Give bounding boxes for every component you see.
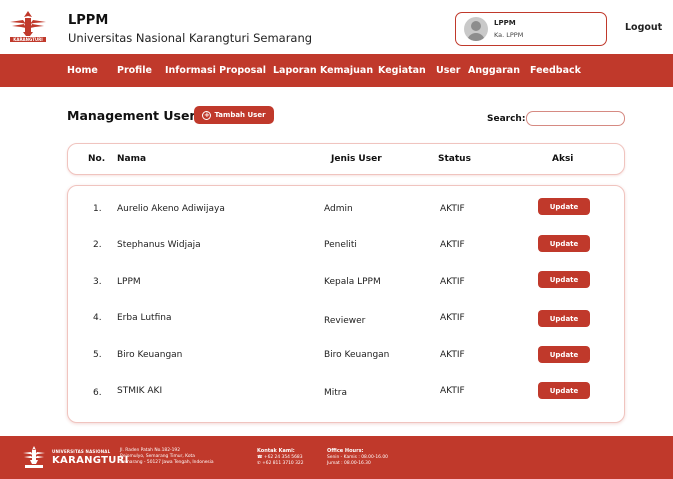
nav-kegiatan[interactable]: Kegiatan (378, 65, 426, 76)
row-6-update-button[interactable]: Update (538, 382, 590, 399)
row-3-nama: LPPM (117, 277, 141, 287)
row-6-status: AKTIF (440, 386, 465, 396)
plus-circle-icon: + (202, 110, 212, 120)
row-4-no: 4. (93, 313, 102, 323)
nav-laporan-kemajuan[interactable]: Laporan Kemajuan (273, 65, 373, 76)
footer-address: Jl. Raden Patah No.182-192 Rejomulyo, Se… (120, 448, 214, 466)
row-6-jenis: Mitra (324, 388, 348, 398)
add-user-button[interactable]: + Tambah User (194, 106, 274, 124)
row-4-update-button[interactable]: Update (538, 310, 590, 327)
row-2-jenis: Peneliti (324, 240, 357, 250)
row-4-jenis: Reviewer (324, 316, 366, 326)
row-3-update-button[interactable]: Update (538, 271, 590, 288)
nav-home[interactable]: Home (67, 65, 98, 76)
row-2-nama: Stephanus Widjaja (117, 240, 201, 250)
row-4-nama: Erba Lutfina (117, 313, 172, 323)
search-input[interactable] (526, 111, 625, 126)
contact-title: Kontak Kami: (257, 448, 295, 454)
row-4-status: AKTIF (440, 313, 465, 323)
row-6-nama: STMIK AKI (117, 386, 163, 396)
office-title: Office Hours: (327, 448, 364, 454)
row-5-update-button[interactable]: Update (538, 346, 590, 363)
footer-univ-small: UNIVERSITAS NASIONAL (52, 449, 111, 454)
phone-icon: ☎ (257, 455, 263, 460)
row-3-jenis: Kepala LPPM (324, 277, 381, 287)
avatar (464, 17, 488, 41)
row-1-no: 1. (93, 204, 102, 214)
footer-logo (23, 446, 45, 468)
row-5-nama: Biro Keuangan (117, 350, 183, 360)
row-1-update-button[interactable]: Update (538, 198, 590, 215)
university-logo: KARANGTURI (10, 11, 46, 42)
row-3-no: 3. (93, 277, 102, 287)
nav-user[interactable]: User (436, 65, 461, 76)
footer: UNIVERSITAS NASIONAL KARANGTURI Jl. Rade… (0, 436, 673, 479)
office-line: Jumat : 08.00-16.30 (327, 461, 371, 466)
row-6-no: 6. (93, 388, 102, 398)
org-subtitle: Universitas Nasional Karangturi Semarang (68, 31, 313, 45)
row-1-nama: Aurelio Akeno Adiwijaya (117, 204, 225, 214)
col-header-status: Status (438, 154, 471, 164)
address-line: Semarang - 50127 Jawa Tengah, Indonesia (120, 460, 214, 465)
row-2-no: 2. (93, 240, 102, 250)
row-2-status: AKTIF (440, 240, 465, 250)
nav-informasi-proposal[interactable]: Informasi Proposal (165, 65, 266, 76)
col-header-jenis-user: Jenis User (331, 154, 382, 164)
svg-text:KARANGTURI: KARANGTURI (13, 37, 43, 42)
row-1-jenis: Admin (324, 204, 353, 214)
nav-feedback[interactable]: Feedback (530, 65, 581, 76)
profile-name: LPPM (494, 19, 516, 27)
col-header-aksi: Aksi (552, 154, 574, 164)
row-1-status: AKTIF (440, 204, 465, 214)
nav-anggaran[interactable]: Anggaran (468, 65, 520, 76)
row-5-status: AKTIF (440, 350, 465, 360)
contact-whatsapp: +62 811 3710 322 (262, 461, 304, 466)
logout-link[interactable]: Logout (625, 22, 662, 33)
whatsapp-icon: ✆ (257, 461, 261, 466)
row-5-jenis: Biro Keuangan (324, 350, 390, 360)
footer-univ-big: KARANGTURI (52, 455, 129, 466)
header: KARANGTURI LPPM Universitas Nasional Kar… (0, 0, 673, 53)
col-header-nama: Nama (117, 154, 147, 164)
nav-profile[interactable]: Profile (117, 65, 152, 76)
row-3-status: AKTIF (440, 277, 465, 287)
row-5-no: 5. (93, 350, 102, 360)
footer-contact: Kontak Kami: ☎ +62 24 354 5683 ✆ +62 811… (257, 448, 303, 467)
org-title: LPPM (68, 13, 109, 28)
user-profile-card[interactable]: LPPM Ka. LPPM (455, 12, 607, 46)
footer-office-hours: Office Hours: Senin - Kamis : 08.00-16.0… (327, 448, 388, 467)
add-user-label: Tambah User (214, 111, 266, 119)
contact-phone: +62 24 354 5683 (263, 455, 303, 460)
row-2-update-button[interactable]: Update (538, 235, 590, 252)
col-header-no: No. (88, 154, 106, 164)
search-label: Search: (487, 114, 526, 124)
main-nav: Home Profile Informasi Proposal Laporan … (0, 54, 673, 87)
page-title: Management User (67, 108, 196, 123)
profile-role: Ka. LPPM (494, 31, 524, 39)
